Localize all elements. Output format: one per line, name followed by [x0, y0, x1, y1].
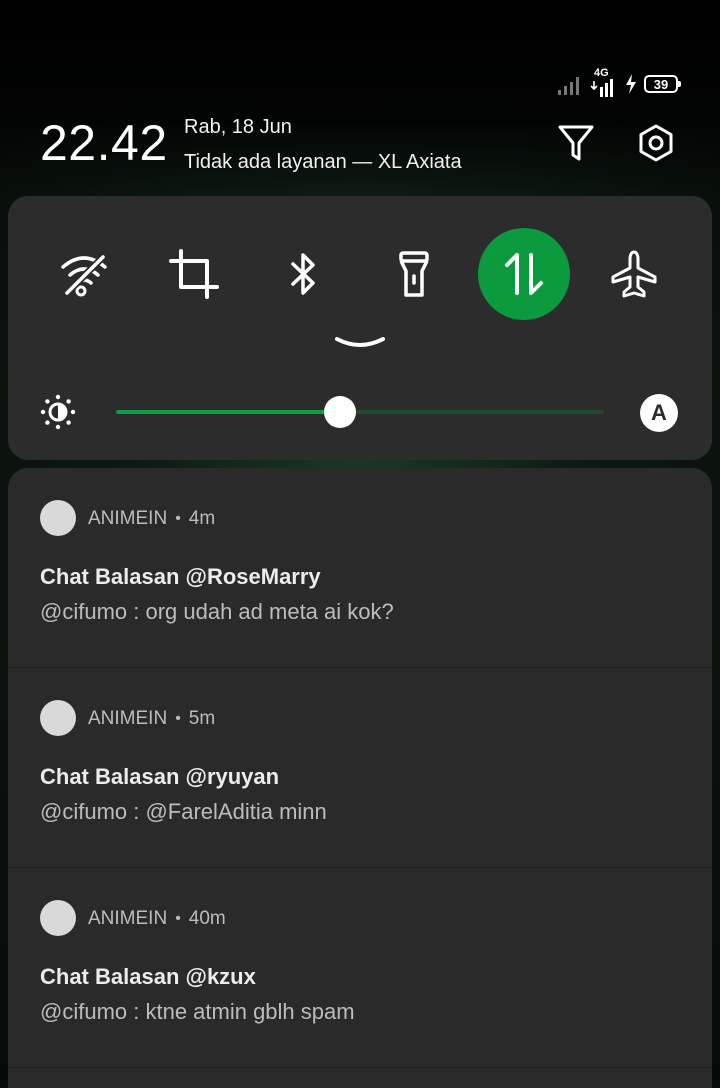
expand-chevron-icon[interactable]: [334, 334, 386, 354]
filter-icon: [558, 125, 594, 161]
notification-text: @cifumo : org udah ad meta ai kok?: [40, 599, 394, 624]
battery-level: 39: [653, 76, 669, 92]
app-name: ANIMEIN: [88, 708, 168, 729]
app-icon: [40, 900, 76, 936]
notification-list: ANIMEIN • 4m Chat Balasan @RoseMarry @ci…: [8, 468, 712, 1088]
charging-icon: [626, 74, 636, 94]
app-name: ANIMEIN: [88, 908, 168, 929]
mobile-data-tile[interactable]: [478, 228, 570, 320]
notification-title: Chat Balasan @ryuyan: [40, 764, 280, 789]
divider: [8, 1067, 712, 1068]
notification-text: @cifumo : ktne atmin gblh spam: [40, 999, 355, 1024]
airplane-icon: [611, 250, 657, 298]
notification-item[interactable]: ANIMEIN • 4m Chat Balasan @RoseMarry @ci…: [8, 468, 712, 668]
clock: 22.42: [40, 115, 168, 171]
separator-dot: •: [175, 510, 181, 527]
screenshot-crop-icon: [169, 249, 219, 299]
battery-icon: 39: [644, 75, 681, 93]
app-icon: [40, 500, 76, 536]
notification-filter-button[interactable]: [555, 122, 597, 164]
notification-meta: ANIMEIN • 40m: [88, 908, 226, 930]
airplane-tile[interactable]: [588, 228, 680, 320]
notification-title: Chat Balasan @kzux: [40, 964, 256, 989]
flashlight-icon: [399, 251, 429, 297]
separator-dot: •: [175, 910, 181, 927]
screenshot-tile[interactable]: [148, 228, 240, 320]
brightness-slider[interactable]: [116, 396, 604, 428]
quick-settings-panel: A: [8, 196, 712, 460]
app-icon: [40, 700, 76, 736]
notification-time: 4m: [188, 508, 216, 529]
date-label: Rab, 18 Jun: [184, 116, 292, 138]
brightness-thumb[interactable]: [324, 396, 357, 428]
mobile-data-icon: [505, 253, 543, 295]
brightness-icon: [40, 394, 76, 430]
wifi-tile[interactable]: [38, 228, 130, 320]
app-name: ANIMEIN: [88, 508, 168, 529]
flashlight-tile[interactable]: [368, 228, 460, 320]
separator-dot: •: [175, 710, 181, 727]
settings-button[interactable]: [635, 122, 677, 164]
notification-time: 5m: [188, 708, 216, 729]
network-status: Tidak ada layanan — XL Axiata: [184, 151, 462, 173]
cellular-icon: [590, 79, 613, 97]
notification-time: 40m: [188, 908, 226, 929]
notification-meta: ANIMEIN • 5m: [88, 708, 215, 730]
gear-icon: [639, 124, 673, 162]
notification-item[interactable]: ANIMEIN • 5m Chat Balasan @ryuyan @cifum…: [8, 668, 712, 868]
auto-brightness-label: A: [651, 400, 667, 425]
bluetooth-icon: [291, 253, 315, 295]
notification-meta: ANIMEIN • 4m: [88, 508, 215, 530]
notification-title: Chat Balasan @RoseMarry: [40, 564, 321, 589]
signal-strength-icon: [558, 77, 579, 95]
bluetooth-tile[interactable]: [258, 228, 350, 320]
wifi-off-icon: [61, 254, 107, 297]
network-type-indicator: 4G: [590, 67, 618, 99]
auto-brightness-button[interactable]: A: [640, 394, 678, 432]
brightness-fill: [116, 410, 341, 414]
notification-text: @cifumo : @FarelAditia minn: [40, 799, 327, 824]
notification-item[interactable]: ANIMEIN • 40m Chat Balasan @kzux @cifumo…: [8, 868, 712, 1068]
status-bar: 4G 39: [558, 66, 681, 102]
